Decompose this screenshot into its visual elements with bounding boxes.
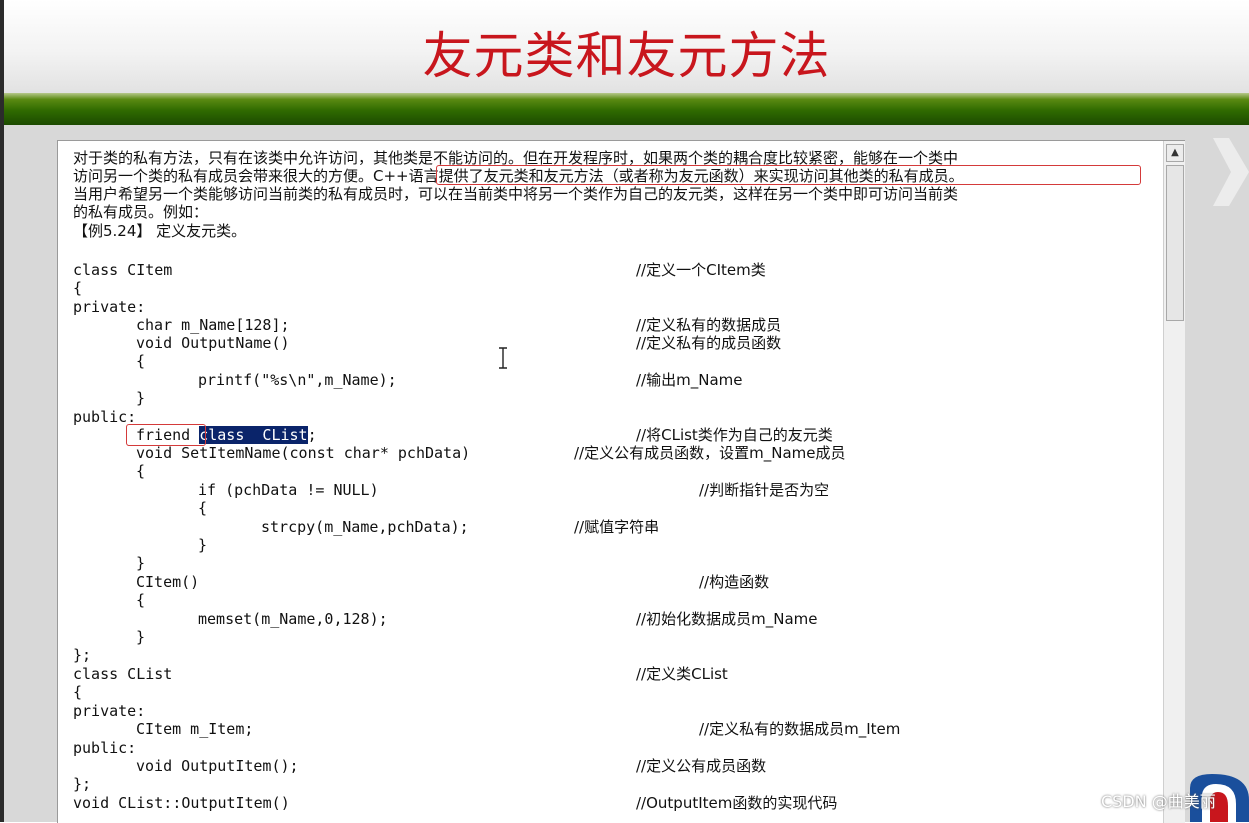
code-comment: //定义私有的成员函数 [636,334,782,352]
code-comment: //定义公有成员函数，设置m_Name成员 [574,444,846,462]
code-line: { [73,683,83,701]
code-line: { [198,499,208,517]
code-line: memset(m_Name,0,128); [198,610,388,628]
semicolon: ; [307,426,317,444]
code-line: private: [73,298,146,316]
code-line: }; [73,775,92,793]
green-title-band [4,93,1249,125]
scroll-up-icon[interactable]: ▲ [1166,144,1184,162]
code-line: } [198,536,208,554]
watermark: CSDN @曲美丽 [1101,792,1216,811]
code-line: { [73,279,83,297]
text-cursor-icon [499,347,507,369]
code-comment: //输出m_Name [636,371,743,389]
slide-header: 友元类和友元方法 [4,0,1249,93]
code-line: }; [73,646,92,664]
code-line: CItem m_Item; [136,720,254,738]
next-slide-arrow-icon[interactable] [1213,138,1249,206]
code-line: printf("%s\n",m_Name); [198,371,397,389]
code-comment: //定义公有成员函数 [636,757,767,775]
code-line: strcpy(m_Name,pchData); [261,518,469,536]
code-comment: //构造函数 [699,573,770,591]
code-line: } [136,389,146,407]
code-line: } [136,554,146,572]
code-comment: //定义私有的数据成员m_Item [699,720,901,738]
document-viewer[interactable]: 对于类的私有方法，只有在该类中允许访问，其他类是不能访问的。但在开发程序时，如果… [57,140,1185,823]
code-line: private: [73,702,146,720]
intro-line-4: 的私有成员。例如： [73,203,209,221]
document-page: 对于类的私有方法，只有在该类中允许访问，其他类是不能访问的。但在开发程序时，如果… [58,141,1162,823]
scrollbar-thumb[interactable] [1166,165,1184,321]
example-heading: 【例5.24】 定义友元类。 [73,222,247,240]
code-comment: //将CList类作为自己的友元类 [636,426,833,444]
code-line: CItem() [136,573,200,591]
code-line: void OutputItem(); [136,757,299,775]
code-comment: //赋值字符串 [574,518,660,536]
code-line: class CItem [73,261,173,279]
code-line: public: [73,739,137,757]
vertical-scrollbar[interactable]: ▲ [1163,141,1185,823]
annotation-box-sentence [436,165,1141,185]
intro-line-3: 当用户希望另一个类能够访问当前类的私有成员时，可以在当前类中将另一个类作为自己的… [73,185,959,203]
code-comment: //OutputItem函数的实现代码 [636,794,838,812]
code-line: { [136,462,146,480]
code-comment: //定义一个CItem类 [636,261,766,279]
code-line: void SetItemName(const char* pchData) [136,444,471,462]
code-line: void CList::OutputItem() [73,794,290,812]
annotation-box-friend [126,424,206,446]
code-comment: //定义类CList [636,665,728,683]
code-line: if (pchData != NULL) [198,481,379,499]
code-line: } [136,628,146,646]
code-line: char m_Name[128]; [136,316,290,334]
code-line: void OutputName() [136,334,290,352]
code-comment: //判断指针是否为空 [699,481,830,499]
code-line: { [136,591,146,609]
code-comment: //初始化数据成员m_Name [636,610,818,628]
selected-text[interactable]: class CList [199,426,308,444]
slide-title: 友元类和友元方法 [422,27,831,85]
code-line: class CList [73,665,173,683]
code-line: { [136,352,146,370]
code-comment: //定义私有的数据成员 [636,316,782,334]
